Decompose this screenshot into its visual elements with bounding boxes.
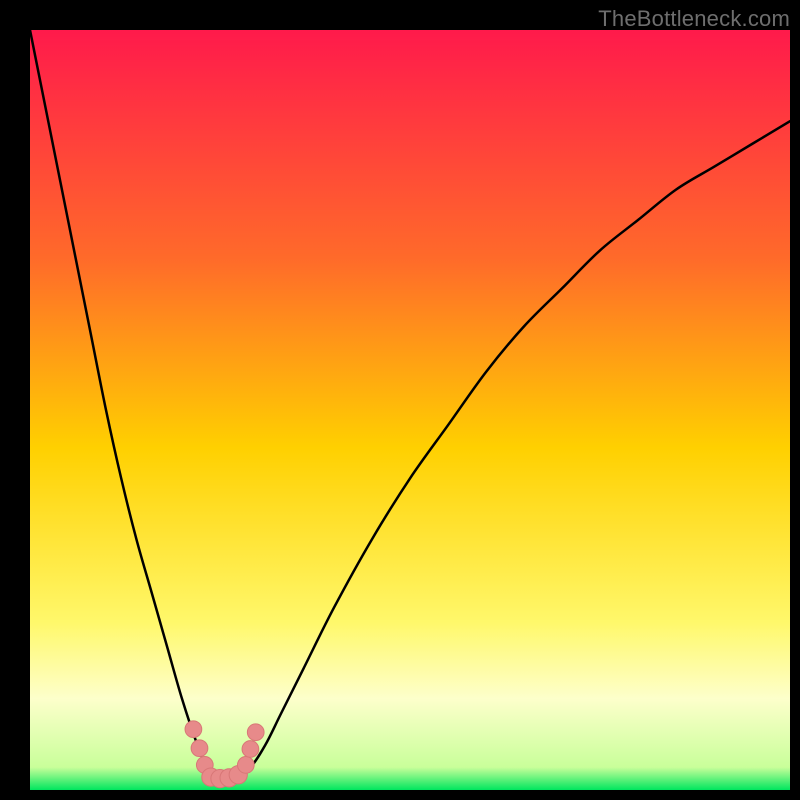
curve-marker xyxy=(242,741,259,758)
curve-marker xyxy=(191,740,208,757)
plot-background xyxy=(30,30,790,790)
bottleneck-chart xyxy=(0,0,800,800)
curve-marker xyxy=(237,757,254,774)
chart-frame: TheBottleneck.com xyxy=(0,0,800,800)
curve-marker xyxy=(247,724,264,741)
curve-marker xyxy=(185,721,202,738)
watermark-text: TheBottleneck.com xyxy=(598,6,790,32)
